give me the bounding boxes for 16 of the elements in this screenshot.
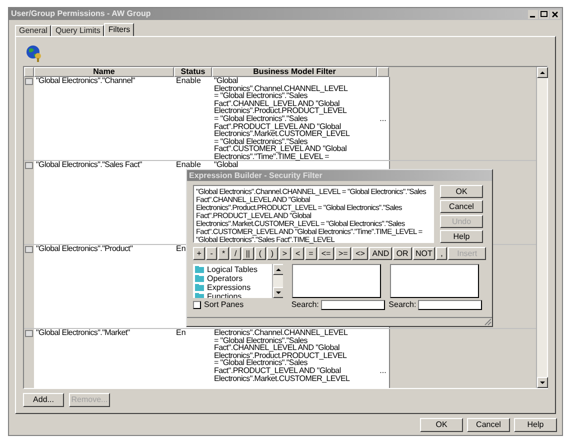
search-label: Search: (291, 301, 319, 309)
name-cell-text: "Global Electronics"."Product" (36, 245, 134, 253)
status-cell-text: En (176, 329, 187, 337)
filter-cell-text: "Global Electronics".Channel.CHANNEL_LEVEL = "Global Electronics"."Sales Fact".CHANNEL_LEVEL AND "Global Electronics".Product.PRODUCT_LEVEL = "Global Electronics"."Sales Fact".PRODUCT_LEVEL AND "Global Electronics".Market.CUSTOMER_LEVEL = "Global Electronics"."Sales Fact".CUSTOMER_LEVEL AND "Global Electronics"."Time".TIME_LEVEL = (214, 77, 351, 161)
filter-cell-text: Electronics".Channel.CHANNEL_LEVEL = "Global Electronics"."Sales Fact".CHANNEL_LEVEL AND "Global Electronics".Product.PRODUCT_LEVEL = "Global Electronics"."Sales Fact".PRODUCT_LEVEL AND "Global Electronics".Market.CUSTOMER_LEVEL (214, 329, 351, 382)
window-title: User/Group Permissions - AW Group (11, 10, 151, 18)
dialog-title: Expression Builder - Security Filter (189, 172, 322, 180)
filter-cell-text: "Global (214, 161, 238, 169)
status-cell-text: Enable (176, 77, 202, 85)
search-label: Search: (388, 301, 416, 309)
name-cell-text: "Global Electronics"."Channel" (36, 77, 136, 85)
name-cell-text: "Global Electronics"."Market" (36, 329, 131, 337)
name-cell-text: "Global Electronics"."Sales Fact" (36, 161, 143, 169)
status-cell-text: Enable (176, 161, 202, 169)
sort-panes-label: Sort Panes (204, 301, 244, 309)
status-cell-text: En (176, 245, 187, 253)
